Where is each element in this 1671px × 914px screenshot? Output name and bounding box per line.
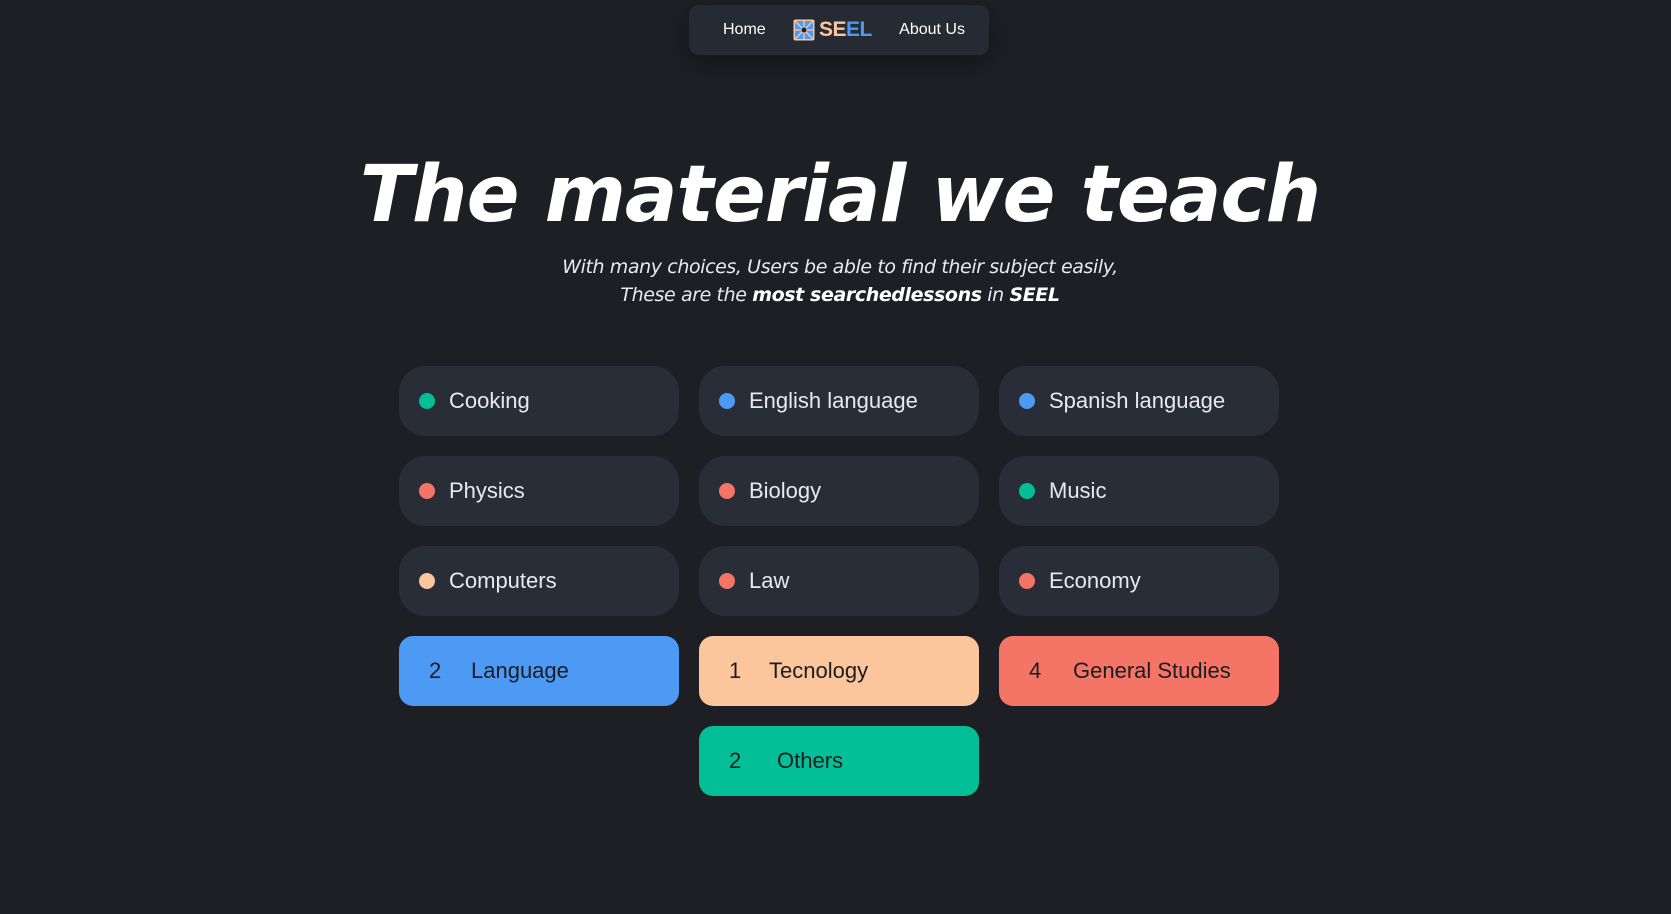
category-dot-icon [719, 483, 735, 499]
subject-chip-economy[interactable]: Economy [999, 546, 1279, 616]
category-dot-icon [419, 393, 435, 409]
subtitle-line2-mid: in [981, 284, 1010, 306]
subject-label: Spanish language [1049, 388, 1226, 413]
nav-about-link[interactable]: About Us [899, 21, 965, 39]
category-dot-icon [1019, 573, 1035, 589]
category-technology-button[interactable]: 1 Tecnology [699, 636, 979, 706]
subject-chip-spanish[interactable]: Spanish language [999, 366, 1279, 436]
page-title: The material we teach [359, 150, 1321, 240]
subject-grid: Cooking English language Spanish languag… [399, 366, 1279, 796]
subject-label: Biology [749, 478, 822, 503]
category-language-button[interactable]: 2 Language [399, 636, 679, 706]
category-count: 1 [729, 658, 742, 683]
subject-chip-physics[interactable]: Physics [399, 456, 679, 526]
category-general-studies-button[interactable]: 4 General Studies [999, 636, 1279, 706]
subtitle-line2-brand: SEEL [1009, 284, 1060, 306]
brand-name: SEEL [819, 18, 872, 42]
subject-label: Music [1049, 478, 1107, 503]
subject-chip-cooking[interactable]: Cooking [399, 366, 679, 436]
category-dot-icon [719, 393, 735, 409]
category-others-button[interactable]: 2 Others [699, 726, 979, 796]
brand-logo-link[interactable]: SEEL [793, 18, 872, 42]
category-dot-icon [1019, 393, 1035, 409]
subject-label: Computers [449, 568, 557, 593]
category-count: 4 [1029, 658, 1042, 683]
seel-logo-icon [793, 19, 815, 41]
subtitle-line2-bold: most searchedlessons [752, 284, 982, 306]
category-dot-icon [419, 573, 435, 589]
subject-chip-computers[interactable]: Computers [399, 546, 679, 616]
category-count: 2 [429, 658, 442, 683]
subject-label: Law [749, 568, 790, 593]
category-count: 2 [729, 748, 742, 773]
category-label: Tecnology [769, 658, 869, 683]
category-dot-icon [719, 573, 735, 589]
category-label: Language [471, 658, 569, 683]
top-nav: Home SEEL About Us [689, 5, 989, 55]
brand-name-se: SE [819, 18, 847, 41]
subject-label: Physics [449, 478, 525, 503]
page-subtitle: With many choices, Users be able to find… [0, 253, 1671, 309]
category-label: Others [777, 748, 844, 773]
subject-chip-music[interactable]: Music [999, 456, 1279, 526]
nav-home-link[interactable]: Home [723, 21, 766, 39]
subtitle-line2-prefix: These are the [620, 284, 753, 306]
subject-chip-law[interactable]: Law [699, 546, 979, 616]
category-dot-icon [1019, 483, 1035, 499]
subject-label: Cooking [449, 388, 530, 413]
subject-label: Economy [1049, 568, 1141, 593]
subject-label: English language [749, 388, 918, 413]
category-label: General Studies [1073, 658, 1231, 683]
subject-chip-biology[interactable]: Biology [699, 456, 979, 526]
brand-name-el: EL [846, 18, 872, 41]
subject-chip-english[interactable]: English language [699, 366, 979, 436]
category-dot-icon [419, 483, 435, 499]
subtitle-line1: With many choices, Users be able to find… [562, 256, 1118, 278]
